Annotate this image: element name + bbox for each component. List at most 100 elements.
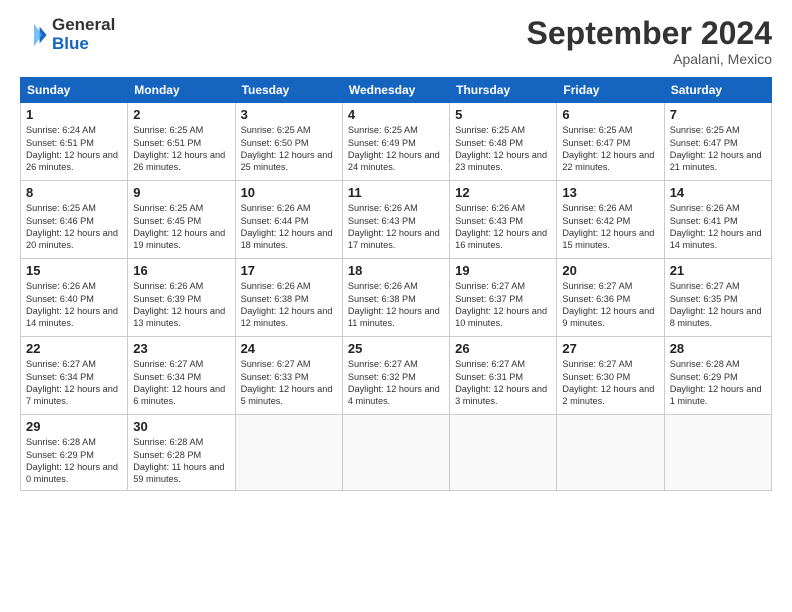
logo-general-label: General xyxy=(52,16,115,35)
day-info: Sunrise: 6:26 AMSunset: 6:43 PMDaylight:… xyxy=(455,203,547,250)
day-info: Sunrise: 6:25 AMSunset: 6:50 PMDaylight:… xyxy=(241,125,333,172)
day-info: Sunrise: 6:27 AMSunset: 6:35 PMDaylight:… xyxy=(670,281,762,328)
table-row: 8 Sunrise: 6:25 AMSunset: 6:46 PMDayligh… xyxy=(21,181,128,259)
empty-cell xyxy=(342,415,449,491)
day-number: 9 xyxy=(133,185,229,200)
day-number: 23 xyxy=(133,341,229,356)
day-number: 8 xyxy=(26,185,122,200)
col-friday: Friday xyxy=(557,78,664,103)
table-row: 27 Sunrise: 6:27 AMSunset: 6:30 PMDaylig… xyxy=(557,337,664,415)
day-number: 18 xyxy=(348,263,444,278)
table-row: 4 Sunrise: 6:25 AMSunset: 6:49 PMDayligh… xyxy=(342,103,449,181)
table-row: 5 Sunrise: 6:25 AMSunset: 6:48 PMDayligh… xyxy=(450,103,557,181)
table-row: 20 Sunrise: 6:27 AMSunset: 6:36 PMDaylig… xyxy=(557,259,664,337)
empty-cell xyxy=(557,415,664,491)
day-info: Sunrise: 6:25 AMSunset: 6:47 PMDaylight:… xyxy=(562,125,654,172)
col-monday: Monday xyxy=(128,78,235,103)
day-number: 15 xyxy=(26,263,122,278)
logo-icon xyxy=(20,21,48,49)
header: General Blue September 2024 Apalani, Mex… xyxy=(20,16,772,67)
day-number: 30 xyxy=(133,419,229,434)
day-number: 14 xyxy=(670,185,766,200)
col-tuesday: Tuesday xyxy=(235,78,342,103)
day-info: Sunrise: 6:26 AMSunset: 6:38 PMDaylight:… xyxy=(241,281,333,328)
calendar-header-row: Sunday Monday Tuesday Wednesday Thursday… xyxy=(21,78,772,103)
logo-blue-label: Blue xyxy=(52,35,115,54)
table-row: 9 Sunrise: 6:25 AMSunset: 6:45 PMDayligh… xyxy=(128,181,235,259)
table-row: 14 Sunrise: 6:26 AMSunset: 6:41 PMDaylig… xyxy=(664,181,771,259)
day-number: 21 xyxy=(670,263,766,278)
table-row: 3 Sunrise: 6:25 AMSunset: 6:50 PMDayligh… xyxy=(235,103,342,181)
table-row: 23 Sunrise: 6:27 AMSunset: 6:34 PMDaylig… xyxy=(128,337,235,415)
day-number: 27 xyxy=(562,341,658,356)
table-row: 22 Sunrise: 6:27 AMSunset: 6:34 PMDaylig… xyxy=(21,337,128,415)
day-number: 28 xyxy=(670,341,766,356)
table-row: 11 Sunrise: 6:26 AMSunset: 6:43 PMDaylig… xyxy=(342,181,449,259)
day-info: Sunrise: 6:27 AMSunset: 6:32 PMDaylight:… xyxy=(348,359,440,406)
table-row: 25 Sunrise: 6:27 AMSunset: 6:32 PMDaylig… xyxy=(342,337,449,415)
day-info: Sunrise: 6:27 AMSunset: 6:33 PMDaylight:… xyxy=(241,359,333,406)
table-row: 26 Sunrise: 6:27 AMSunset: 6:31 PMDaylig… xyxy=(450,337,557,415)
day-info: Sunrise: 6:27 AMSunset: 6:34 PMDaylight:… xyxy=(26,359,118,406)
day-number: 29 xyxy=(26,419,122,434)
calendar: Sunday Monday Tuesday Wednesday Thursday… xyxy=(20,77,772,491)
day-info: Sunrise: 6:26 AMSunset: 6:43 PMDaylight:… xyxy=(348,203,440,250)
calendar-week-row: 22 Sunrise: 6:27 AMSunset: 6:34 PMDaylig… xyxy=(21,337,772,415)
col-saturday: Saturday xyxy=(664,78,771,103)
table-row: 10 Sunrise: 6:26 AMSunset: 6:44 PMDaylig… xyxy=(235,181,342,259)
day-number: 1 xyxy=(26,107,122,122)
day-number: 11 xyxy=(348,185,444,200)
day-info: Sunrise: 6:25 AMSunset: 6:45 PMDaylight:… xyxy=(133,203,225,250)
day-info: Sunrise: 6:27 AMSunset: 6:34 PMDaylight:… xyxy=(133,359,225,406)
day-number: 6 xyxy=(562,107,658,122)
col-thursday: Thursday xyxy=(450,78,557,103)
location: Apalani, Mexico xyxy=(527,51,772,67)
day-number: 24 xyxy=(241,341,337,356)
day-number: 22 xyxy=(26,341,122,356)
day-number: 13 xyxy=(562,185,658,200)
table-row: 13 Sunrise: 6:26 AMSunset: 6:42 PMDaylig… xyxy=(557,181,664,259)
logo: General Blue xyxy=(20,16,115,53)
day-info: Sunrise: 6:28 AMSunset: 6:29 PMDaylight:… xyxy=(670,359,762,406)
month-title: September 2024 xyxy=(527,16,772,51)
day-info: Sunrise: 6:25 AMSunset: 6:49 PMDaylight:… xyxy=(348,125,440,172)
day-info: Sunrise: 6:25 AMSunset: 6:51 PMDaylight:… xyxy=(133,125,225,172)
table-row: 15 Sunrise: 6:26 AMSunset: 6:40 PMDaylig… xyxy=(21,259,128,337)
day-info: Sunrise: 6:28 AMSunset: 6:28 PMDaylight:… xyxy=(133,437,224,484)
day-number: 2 xyxy=(133,107,229,122)
day-info: Sunrise: 6:27 AMSunset: 6:30 PMDaylight:… xyxy=(562,359,654,406)
calendar-week-row: 1 Sunrise: 6:24 AMSunset: 6:51 PMDayligh… xyxy=(21,103,772,181)
day-info: Sunrise: 6:27 AMSunset: 6:36 PMDaylight:… xyxy=(562,281,654,328)
table-row: 2 Sunrise: 6:25 AMSunset: 6:51 PMDayligh… xyxy=(128,103,235,181)
day-info: Sunrise: 6:26 AMSunset: 6:41 PMDaylight:… xyxy=(670,203,762,250)
day-info: Sunrise: 6:25 AMSunset: 6:48 PMDaylight:… xyxy=(455,125,547,172)
day-number: 10 xyxy=(241,185,337,200)
day-info: Sunrise: 6:25 AMSunset: 6:46 PMDaylight:… xyxy=(26,203,118,250)
day-number: 26 xyxy=(455,341,551,356)
table-row: 24 Sunrise: 6:27 AMSunset: 6:33 PMDaylig… xyxy=(235,337,342,415)
day-info: Sunrise: 6:26 AMSunset: 6:39 PMDaylight:… xyxy=(133,281,225,328)
col-sunday: Sunday xyxy=(21,78,128,103)
day-number: 20 xyxy=(562,263,658,278)
day-number: 5 xyxy=(455,107,551,122)
day-info: Sunrise: 6:28 AMSunset: 6:29 PMDaylight:… xyxy=(26,437,118,484)
title-block: September 2024 Apalani, Mexico xyxy=(527,16,772,67)
col-wednesday: Wednesday xyxy=(342,78,449,103)
day-number: 25 xyxy=(348,341,444,356)
table-row: 19 Sunrise: 6:27 AMSunset: 6:37 PMDaylig… xyxy=(450,259,557,337)
day-number: 3 xyxy=(241,107,337,122)
day-number: 17 xyxy=(241,263,337,278)
day-info: Sunrise: 6:26 AMSunset: 6:40 PMDaylight:… xyxy=(26,281,118,328)
empty-cell xyxy=(450,415,557,491)
empty-cell xyxy=(235,415,342,491)
table-row: 16 Sunrise: 6:26 AMSunset: 6:39 PMDaylig… xyxy=(128,259,235,337)
calendar-week-row: 15 Sunrise: 6:26 AMSunset: 6:40 PMDaylig… xyxy=(21,259,772,337)
table-row: 21 Sunrise: 6:27 AMSunset: 6:35 PMDaylig… xyxy=(664,259,771,337)
table-row: 28 Sunrise: 6:28 AMSunset: 6:29 PMDaylig… xyxy=(664,337,771,415)
table-row: 12 Sunrise: 6:26 AMSunset: 6:43 PMDaylig… xyxy=(450,181,557,259)
day-number: 7 xyxy=(670,107,766,122)
table-row: 29 Sunrise: 6:28 AMSunset: 6:29 PMDaylig… xyxy=(21,415,128,491)
day-info: Sunrise: 6:26 AMSunset: 6:38 PMDaylight:… xyxy=(348,281,440,328)
table-row: 1 Sunrise: 6:24 AMSunset: 6:51 PMDayligh… xyxy=(21,103,128,181)
day-info: Sunrise: 6:27 AMSunset: 6:31 PMDaylight:… xyxy=(455,359,547,406)
